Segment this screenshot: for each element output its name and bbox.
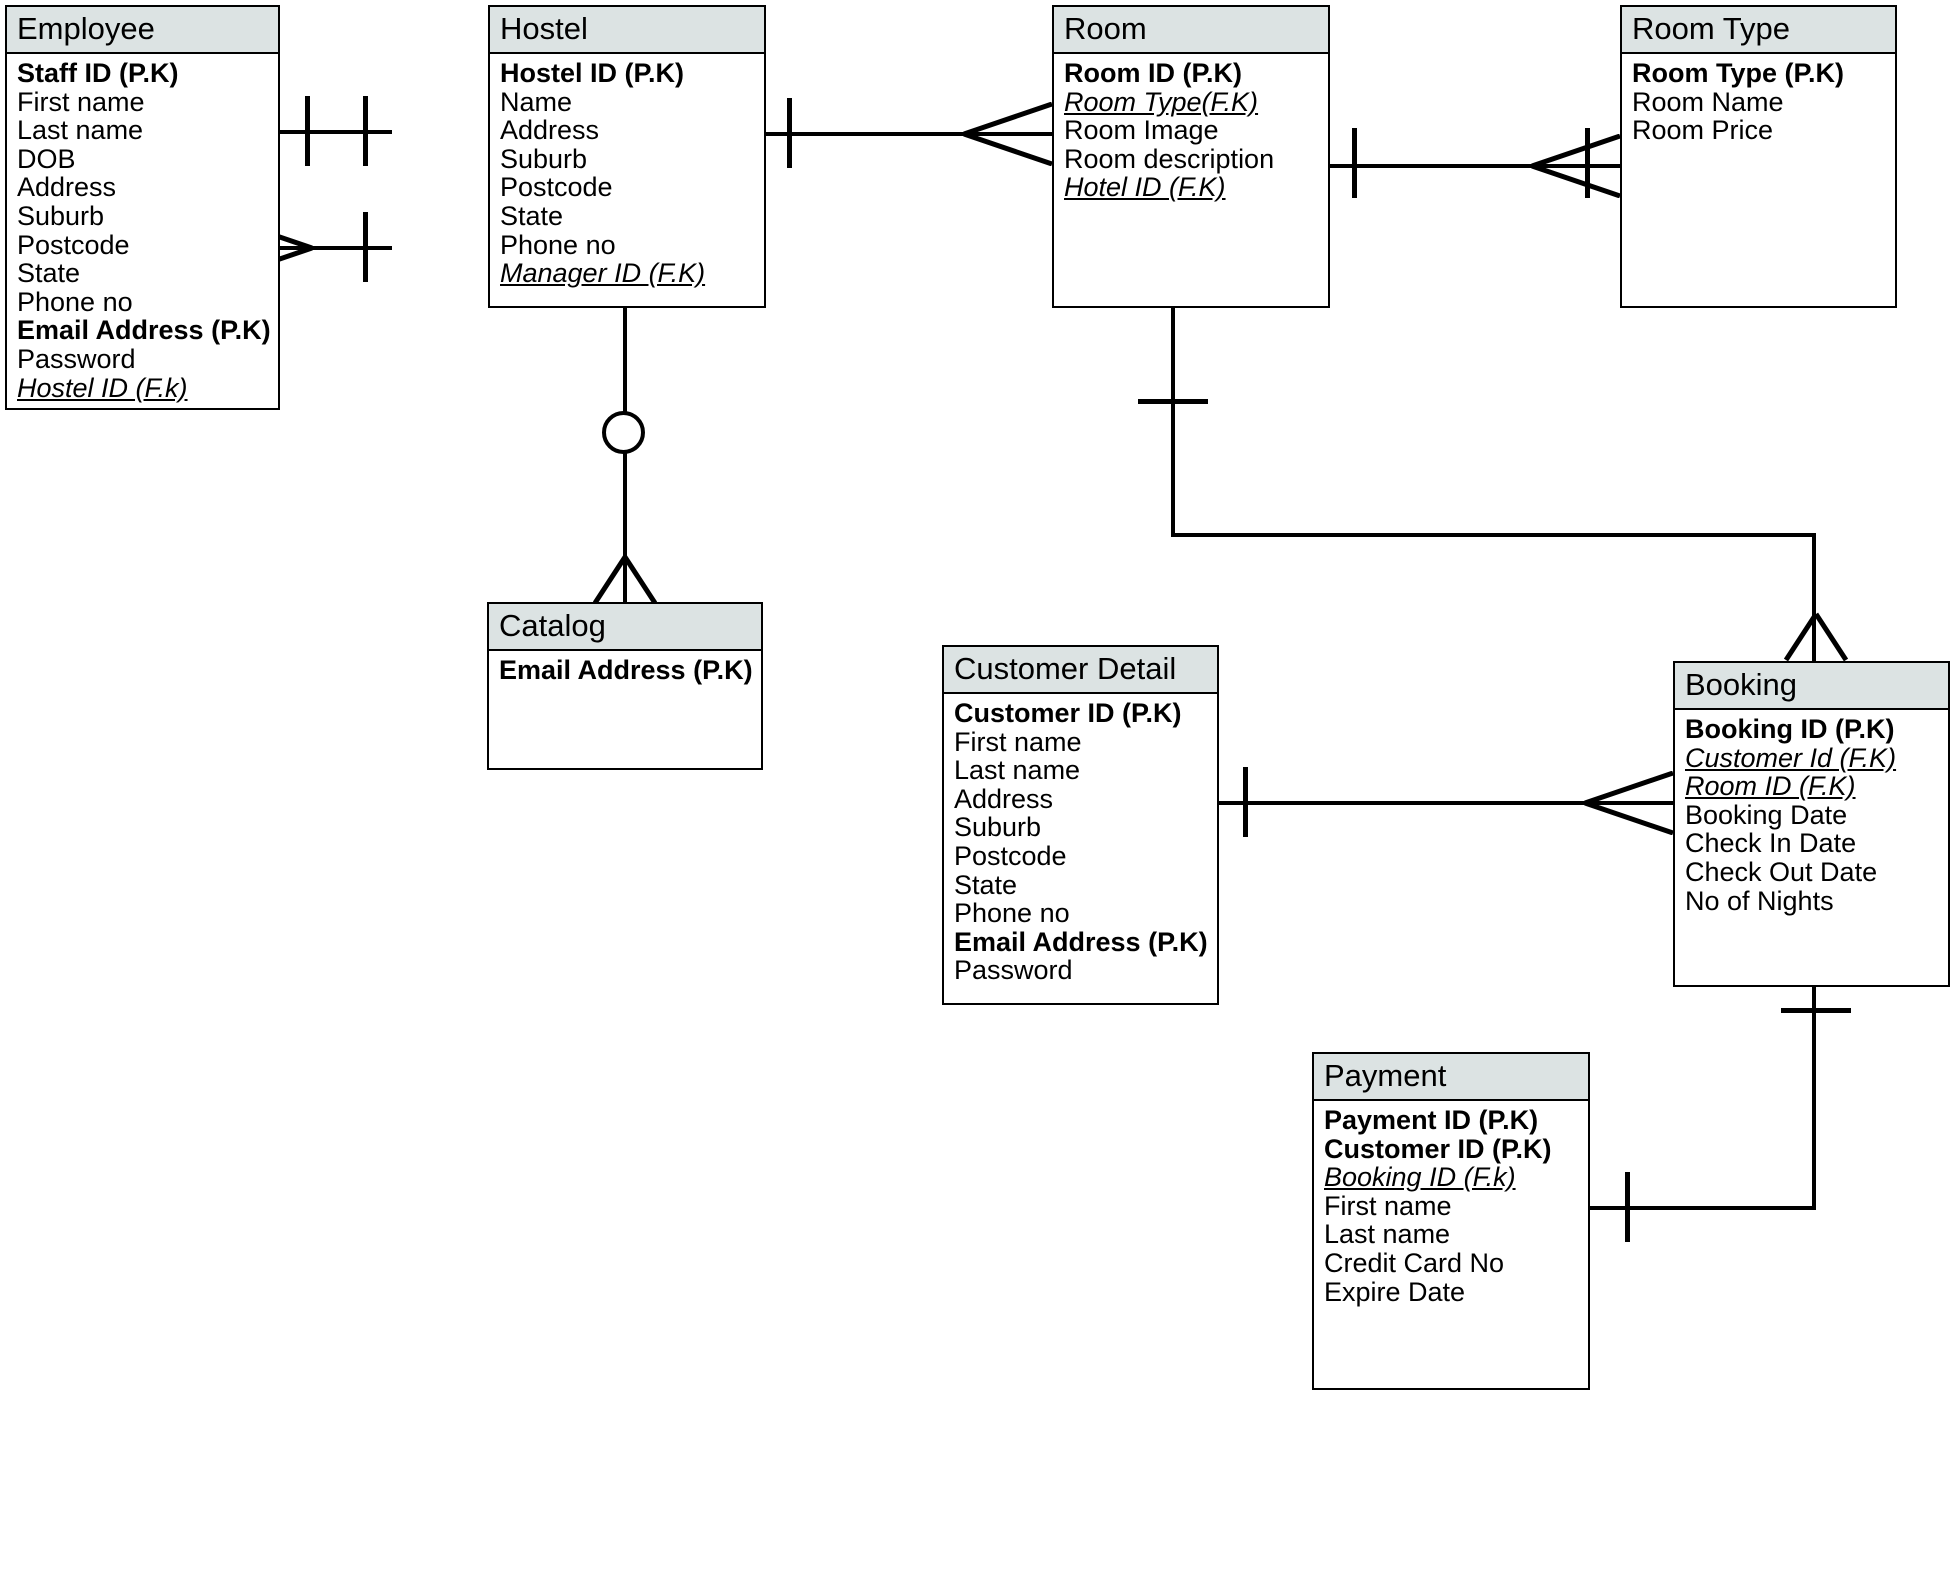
attribute-row: Postcode	[500, 172, 613, 203]
entity-room[interactable]: Room Room ID (P.K) Room Type(F.K) Room I…	[1052, 5, 1330, 308]
attribute-row: Address	[17, 172, 117, 203]
cardinality-zero-circle-hostel-catalog	[602, 411, 645, 454]
entity-booking-attributes: Booking ID (P.K) Customer Id (F.K) Room …	[1675, 710, 1948, 925]
attribute-row: Customer Id (F.K)	[1685, 742, 1897, 773]
attribute-row: Hostel ID (F.k)	[17, 372, 188, 403]
attribute-row: Name	[500, 86, 573, 117]
attribute-row: Payment ID (P.K)	[1324, 1105, 1539, 1135]
entity-booking[interactable]: Booking Booking ID (P.K) Customer Id (F.…	[1673, 661, 1950, 987]
entity-hostel-title: Hostel	[490, 7, 764, 54]
attribute-row: First name	[954, 726, 1082, 757]
attribute-row: Booking Date	[1685, 799, 1848, 830]
entity-catalog[interactable]: Catalog Email Address (P.K)	[487, 602, 763, 770]
entity-employee[interactable]: Employee Staff ID (P.K) First name Last …	[5, 5, 280, 410]
cardinality-one-tick-employee-hostel-manages-b	[363, 96, 368, 166]
attribute-row: Staff ID (P.K)	[17, 58, 179, 88]
entity-customer-detail-title: Customer Detail	[944, 647, 1217, 694]
cardinality-one-tick-room-roomtype	[1352, 128, 1357, 198]
attribute-row: Check Out Date	[1685, 856, 1878, 887]
connector-booking-payment-seg1	[1812, 985, 1816, 1210]
entity-employee-title: Employee	[7, 7, 278, 54]
attribute-row: Booking ID (P.K)	[1685, 714, 1895, 744]
attribute-row: Email Address (P.K)	[17, 315, 271, 346]
cardinality-one-tick-payment-booking	[1625, 1172, 1630, 1242]
attribute-row: DOB	[17, 143, 76, 174]
attribute-row: Suburb	[954, 812, 1042, 843]
attribute-row: Password	[17, 343, 136, 374]
attribute-row: Booking ID (F.k)	[1324, 1162, 1516, 1193]
attribute-row: Address	[500, 115, 600, 146]
attribute-row: Phone no	[954, 898, 1070, 929]
attribute-row: Room description	[1064, 143, 1275, 174]
attribute-row: Customer ID (P.K)	[1324, 1133, 1552, 1164]
entity-room-title: Room	[1054, 7, 1328, 54]
er-diagram-canvas: Employee Staff ID (P.K) First name Last …	[0, 0, 1952, 1573]
cardinality-one-tick-customer-booking	[1243, 767, 1248, 837]
entity-room-type[interactable]: Room Type Room Type (P.K) Room Name Room…	[1620, 5, 1897, 308]
entity-room-type-title: Room Type	[1622, 7, 1895, 54]
attribute-row: First name	[1324, 1190, 1452, 1221]
attribute-row: Phone no	[17, 286, 133, 317]
attribute-row: State	[500, 200, 564, 231]
entity-customer-detail[interactable]: Customer Detail Customer ID (P.K) First …	[942, 645, 1219, 1005]
entity-employee-attributes: Staff ID (P.K) First name Last name DOB …	[7, 54, 278, 412]
cardinality-many-crowsfoot-hostel-catalog	[593, 555, 657, 605]
attribute-row: Room Name	[1632, 86, 1784, 117]
attribute-row: Address	[954, 783, 1054, 814]
attribute-row: Room Price	[1632, 115, 1774, 146]
attribute-row: First name	[17, 86, 145, 117]
connector-booking-payment-seg2	[1588, 1206, 1816, 1210]
entity-payment[interactable]: Payment Payment ID (P.K) Customer ID (P.…	[1312, 1052, 1590, 1390]
attribute-row: Room Type (P.K)	[1632, 58, 1845, 88]
attribute-row: Email Address (P.K)	[499, 655, 753, 685]
attribute-row: Expire Date	[1324, 1276, 1466, 1307]
attribute-row: Suburb	[500, 143, 588, 174]
attribute-row: State	[954, 869, 1018, 900]
entity-payment-attributes: Payment ID (P.K) Customer ID (P.K) Booki…	[1314, 1101, 1588, 1316]
cardinality-many-crowsfoot-room-roomtype	[1530, 134, 1622, 198]
attribute-row: No of Nights	[1685, 885, 1834, 916]
attribute-row: Password	[954, 955, 1073, 986]
entity-room-type-attributes: Room Type (P.K) Room Name Room Price	[1622, 54, 1895, 155]
cardinality-many-crowsfoot-hostel-room	[962, 102, 1054, 166]
entity-payment-title: Payment	[1314, 1054, 1588, 1101]
cardinality-one-tick-employee-hostel-works-at	[363, 212, 368, 282]
attribute-row: Check In Date	[1685, 828, 1857, 859]
attribute-row: Hotel ID (F.K)	[1064, 172, 1226, 203]
attribute-row: Last name	[954, 755, 1081, 786]
cardinality-many-crowsfoot-customer-booking	[1583, 771, 1675, 835]
attribute-row: Email Address (P.K)	[954, 926, 1208, 957]
attribute-row: Suburb	[17, 200, 105, 231]
attribute-row: Room Image	[1064, 115, 1219, 146]
attribute-row: Credit Card No	[1324, 1247, 1505, 1278]
attribute-row: Last name	[17, 115, 144, 146]
entity-catalog-title: Catalog	[489, 604, 761, 651]
attribute-row: Last name	[1324, 1219, 1451, 1250]
cardinality-many-crowsfoot-room-booking	[1784, 612, 1848, 662]
entity-catalog-attributes: Email Address (P.K)	[489, 651, 761, 695]
attribute-row: Postcode	[954, 840, 1067, 871]
cardinality-one-tick-hostel-room	[787, 98, 792, 168]
cardinality-one-tick-booking-payment	[1781, 1008, 1851, 1013]
entity-room-attributes: Room ID (P.K) Room Type(F.K) Room Image …	[1054, 54, 1328, 212]
attribute-row: Phone no	[500, 229, 616, 260]
connector-room-booking-seg2	[1171, 533, 1816, 537]
attribute-row: Customer ID (P.K)	[954, 698, 1182, 728]
attribute-row: Room ID (P.K)	[1064, 58, 1243, 88]
entity-booking-title: Booking	[1675, 663, 1948, 710]
entity-hostel-attributes: Hostel ID (P.K) Name Address Suburb Post…	[490, 54, 764, 298]
attribute-row: Hostel ID (P.K)	[500, 58, 685, 88]
cardinality-one-tick-room-booking	[1138, 399, 1208, 404]
attribute-row: State	[17, 258, 81, 289]
cardinality-one-tick-employee-hostel-manages-a	[305, 96, 310, 166]
attribute-row: Manager ID (F.K)	[500, 258, 706, 289]
connector-room-booking-seg1	[1171, 307, 1175, 537]
entity-customer-detail-attributes: Customer ID (P.K) First name Last name A…	[944, 694, 1217, 995]
entity-hostel[interactable]: Hostel Hostel ID (P.K) Name Address Subu…	[488, 5, 766, 308]
attribute-row: Room ID (F.K)	[1685, 771, 1856, 802]
attribute-row: Room Type(F.K)	[1064, 86, 1259, 117]
attribute-row: Postcode	[17, 229, 130, 260]
